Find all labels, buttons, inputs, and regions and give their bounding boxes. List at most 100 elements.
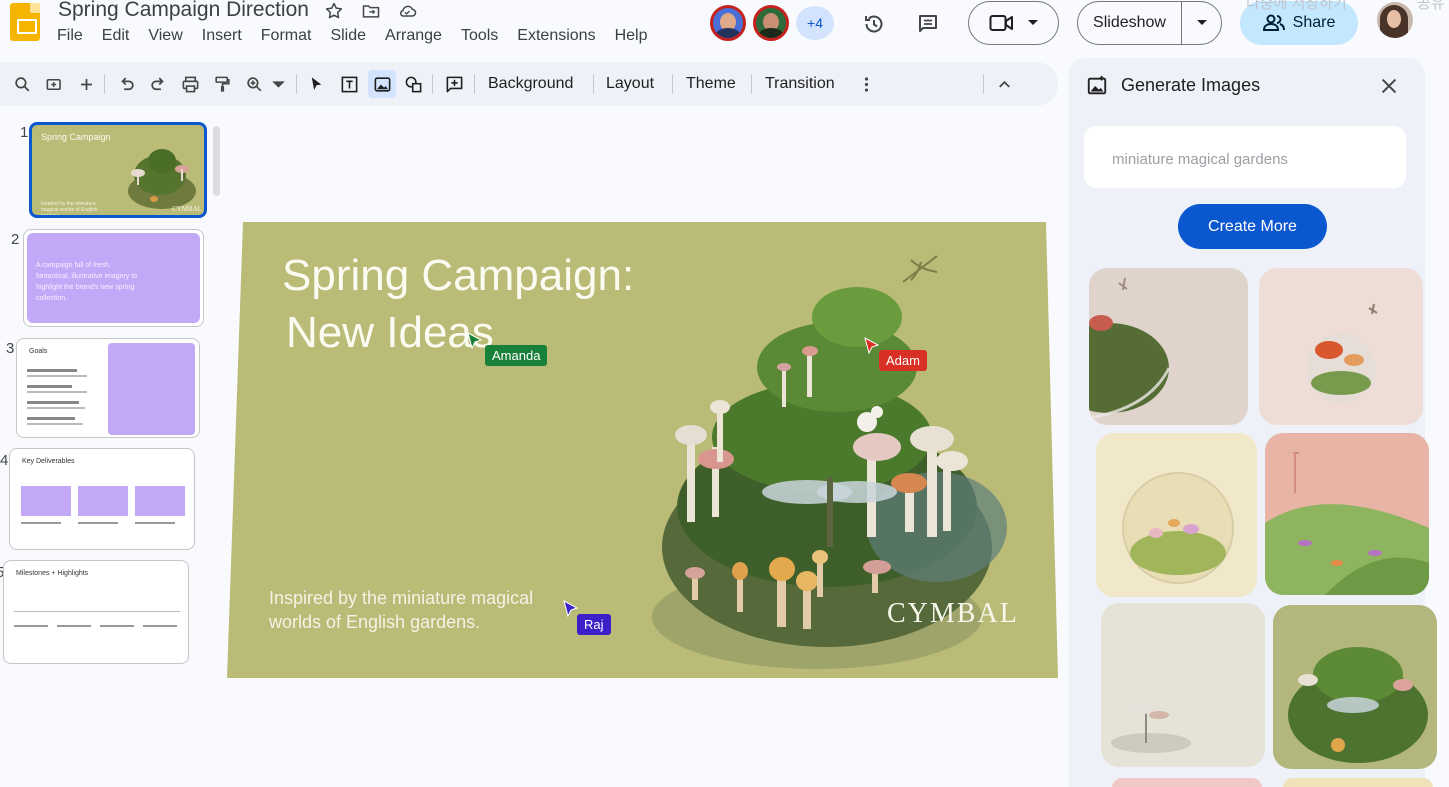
generated-image-4[interactable] xyxy=(1265,433,1429,595)
collaborator-avatar[interactable] xyxy=(753,5,789,41)
slideshow-button[interactable]: Slideshow xyxy=(1078,14,1181,32)
insert-image-icon[interactable] xyxy=(371,73,393,95)
generated-image-art xyxy=(1265,452,1429,595)
menu-tools[interactable]: Tools xyxy=(461,26,507,46)
slide-number: 2 xyxy=(11,231,20,248)
thumb-text-line xyxy=(78,522,118,524)
create-more-button[interactable]: Create More xyxy=(1178,204,1327,249)
paint-format-icon[interactable] xyxy=(211,73,233,95)
slides-logo-icon[interactable] xyxy=(10,3,40,41)
slide-thumbnail-3[interactable]: Goals xyxy=(16,338,200,438)
slideshow-options-button[interactable] xyxy=(1182,19,1221,27)
cloud-saved-icon[interactable] xyxy=(396,1,418,21)
new-slide-icon[interactable] xyxy=(43,73,65,95)
garden-illustration-thumb xyxy=(128,149,196,209)
background-button[interactable]: Background xyxy=(488,74,573,94)
thumb-text-line xyxy=(143,625,177,627)
comments-icon[interactable] xyxy=(914,10,942,38)
slide-thumbnail-4[interactable]: Key Deliverables xyxy=(9,448,195,550)
account-avatar[interactable] xyxy=(1377,2,1413,38)
menu-bar: File Edit View Insert Format Slide Arran… xyxy=(57,26,666,46)
search-menus-icon[interactable] xyxy=(11,73,33,95)
chevron-down-icon xyxy=(1027,20,1038,25)
generated-image-5[interactable] xyxy=(1101,603,1265,767)
share-label: Share xyxy=(1292,14,1336,31)
thumb-title: Spring Campaign xyxy=(41,132,111,142)
slide-filmstrip: 1 Spring Campaign Inspired by the miniat… xyxy=(0,112,225,787)
select-cursor-icon[interactable] xyxy=(305,73,327,95)
panel-title: Generate Images xyxy=(1121,75,1261,95)
thumb-text: A campaign full of fresh, fantastical, i… xyxy=(36,262,138,302)
thumb-text-line xyxy=(135,522,175,524)
generated-image-3[interactable] xyxy=(1096,433,1257,597)
menu-format[interactable]: Format xyxy=(261,26,321,46)
document-title[interactable]: Spring Campaign Direction xyxy=(58,0,309,22)
redo-icon[interactable] xyxy=(147,73,169,95)
close-icon[interactable] xyxy=(1378,75,1400,97)
menu-arrange[interactable]: Arrange xyxy=(385,26,451,46)
slide-canvas[interactable]: Spring Campaign: New Ideas Inspired by t… xyxy=(227,222,1058,678)
toolbar: Background Layout Theme Transition xyxy=(0,62,1058,106)
layout-button[interactable]: Layout xyxy=(606,74,654,94)
slide-subtitle[interactable]: Inspired by the miniature magical worlds… xyxy=(269,586,569,634)
generated-image-7[interactable] xyxy=(1112,778,1262,787)
thumb-image-placeholder xyxy=(21,486,71,516)
menu-help[interactable]: Help xyxy=(615,26,657,46)
menu-insert[interactable]: Insert xyxy=(202,26,251,46)
thumb-caption: Inspired by the miniature magical worlds… xyxy=(41,201,98,218)
print-icon[interactable] xyxy=(179,73,201,95)
slide-title-line: Spring Campaign: xyxy=(282,251,635,300)
thumb-text-line xyxy=(27,401,79,404)
thumb-title: Key Deliverables xyxy=(22,458,75,465)
meet-call-button[interactable] xyxy=(968,1,1059,45)
slide-thumbnail-1[interactable]: Spring Campaign Inspired by the miniatur… xyxy=(29,122,207,218)
theme-button[interactable]: Theme xyxy=(686,74,736,94)
more-vert-icon[interactable] xyxy=(855,73,877,95)
thumb-text-line xyxy=(27,385,72,388)
prompt-input[interactable]: miniature magical gardens xyxy=(1084,126,1406,188)
add-icon[interactable] xyxy=(75,73,97,95)
slide-thumbnail-2[interactable]: A campaign full of fresh, fantastical, i… xyxy=(23,229,204,327)
menu-extensions[interactable]: Extensions xyxy=(517,26,604,46)
generated-image-art xyxy=(1122,472,1234,584)
slide-title[interactable]: Spring Campaign: New Ideas xyxy=(282,247,634,361)
generated-image-8[interactable] xyxy=(1283,778,1433,787)
slide-number: 4 xyxy=(0,452,9,469)
add-comment-icon[interactable] xyxy=(443,73,465,95)
thumb-text-line xyxy=(27,369,77,372)
star-icon[interactable] xyxy=(323,1,345,21)
move-folder-icon[interactable] xyxy=(360,1,382,21)
overlay-caption: 다중에 저장하기 xyxy=(1246,0,1347,12)
thumb-text-line xyxy=(21,522,61,524)
version-history-icon[interactable] xyxy=(860,10,888,38)
generated-image-6[interactable] xyxy=(1273,605,1437,769)
text-box-icon[interactable] xyxy=(338,73,360,95)
generated-image-2[interactable] xyxy=(1259,268,1423,425)
divider xyxy=(672,74,673,94)
thumb-title: Goals xyxy=(29,348,48,355)
thumb-text-line xyxy=(27,417,75,420)
collaborator-avatar[interactable] xyxy=(710,5,746,41)
generated-image-1[interactable] xyxy=(1089,268,1248,425)
undo-icon[interactable] xyxy=(115,73,137,95)
slide-number: 1 xyxy=(20,124,29,141)
shape-icon[interactable] xyxy=(402,73,424,95)
menu-slide[interactable]: Slide xyxy=(330,26,375,46)
filmstrip-scrollbar[interactable] xyxy=(213,126,220,196)
divider xyxy=(432,74,433,94)
slide-number: 3 xyxy=(6,340,15,357)
menu-file[interactable]: File xyxy=(57,26,92,46)
generated-image-art xyxy=(1111,702,1191,753)
zoom-icon[interactable] xyxy=(243,73,265,95)
menu-view[interactable]: View xyxy=(148,26,191,46)
generated-image-art xyxy=(1288,647,1428,763)
more-collaborators-badge[interactable]: +4 xyxy=(796,6,834,40)
menu-edit[interactable]: Edit xyxy=(102,26,139,46)
generated-image-art xyxy=(1306,303,1378,403)
transition-button[interactable]: Transition xyxy=(765,74,835,94)
divider xyxy=(983,74,984,94)
thumb-text-line xyxy=(14,625,48,627)
slide-thumbnail-5[interactable]: Milestones + Highlights xyxy=(3,560,189,664)
chevron-down-icon[interactable] xyxy=(267,73,289,95)
collapse-toolbar-icon[interactable] xyxy=(993,73,1015,95)
